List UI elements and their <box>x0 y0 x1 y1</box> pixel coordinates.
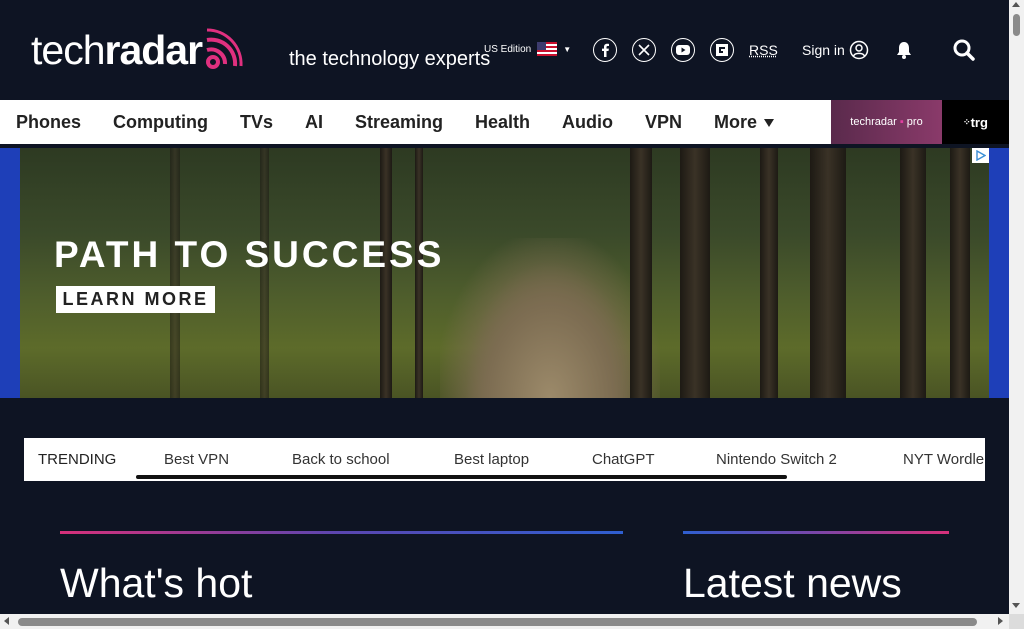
trending-link-back-to-school[interactable]: Back to school <box>292 451 390 468</box>
rss-link[interactable]: RSS <box>749 42 778 58</box>
main-navigation: Phones Computing TVs AI Streaming Health… <box>0 100 1009 144</box>
techradar-pro-link[interactable]: techradar ▪ pro <box>831 100 942 144</box>
caret-down-icon <box>764 118 775 127</box>
tree-trunk <box>810 148 846 398</box>
tree-trunk <box>630 148 652 398</box>
trending-link-best-laptop[interactable]: Best laptop <box>454 451 529 468</box>
sign-in-button[interactable]: Sign in <box>802 40 869 60</box>
nav-more-label: More <box>714 112 758 132</box>
trending-link-nyt-wordle[interactable]: NYT Wordle <box>903 451 984 468</box>
tree-trunk <box>680 148 710 398</box>
nav-item-health[interactable]: Health <box>475 112 530 133</box>
forest-path-graphic <box>440 238 660 398</box>
site-tagline: the technology experts <box>289 48 491 70</box>
ad-headline: PATH TO SUCCESS <box>54 234 445 275</box>
pro-label-pro: pro <box>906 116 923 128</box>
scrollbar-corner <box>1009 614 1024 629</box>
nav-item-computing[interactable]: Computing <box>113 112 208 133</box>
notifications-bell-icon[interactable] <box>894 40 914 65</box>
trending-link-chatgpt[interactable]: ChatGPT <box>592 451 655 468</box>
vertical-scrollbar[interactable] <box>1009 0 1024 614</box>
vertical-scroll-thumb[interactable] <box>1013 14 1020 36</box>
x-twitter-icon[interactable] <box>632 38 656 62</box>
trending-scrollbar[interactable] <box>136 475 787 479</box>
advertisement-banner[interactable]: PATH TO SUCCESS LEARN MORE <box>20 148 989 398</box>
edition-label: US Edition <box>484 43 532 55</box>
latest-news-heading: Latest news <box>683 560 902 606</box>
latest-news-divider <box>683 531 949 534</box>
tree-trunk <box>760 148 778 398</box>
scroll-left-arrow-icon[interactable] <box>4 617 9 625</box>
trg-link[interactable]: ⁘ trg <box>942 100 1009 144</box>
sign-in-label: Sign in <box>802 42 845 58</box>
radar-waves-icon <box>206 28 243 69</box>
scroll-up-arrow-icon[interactable] <box>1012 2 1020 7</box>
horizontal-scrollbar[interactable] <box>0 614 1009 629</box>
flipboard-icon[interactable] <box>710 38 734 62</box>
nav-item-ai[interactable]: AI <box>305 112 323 133</box>
techradar-logo[interactable]: techradar <box>31 26 243 74</box>
logo-text-tech: tech <box>31 27 105 73</box>
trending-link-best-vpn[interactable]: Best VPN <box>164 451 229 468</box>
youtube-icon[interactable] <box>671 38 695 62</box>
nav-item-more[interactable]: More <box>714 112 775 133</box>
scroll-down-arrow-icon[interactable] <box>1012 603 1020 608</box>
tree-trunk <box>950 148 970 398</box>
advertisement-frame: PATH TO SUCCESS LEARN MORE <box>0 148 1009 398</box>
facebook-icon[interactable] <box>593 38 617 62</box>
site-header: techradar the technology experts US Edit… <box>0 0 1009 100</box>
whats-hot-heading: What's hot <box>60 560 253 606</box>
trending-bar: TRENDING Best VPN Back to school Best la… <box>24 438 985 481</box>
scroll-right-arrow-icon[interactable] <box>998 617 1003 625</box>
trending-link-nintendo-switch-2[interactable]: Nintendo Switch 2 <box>716 451 837 468</box>
whats-hot-divider <box>60 531 623 534</box>
pro-separator-icon: ▪ <box>896 116 907 128</box>
trg-dots-icon: ⁘ <box>963 116 971 127</box>
logo-text-radar: radar <box>104 27 204 73</box>
nav-item-audio[interactable]: Audio <box>562 112 613 133</box>
tree-trunk <box>900 148 926 398</box>
nav-item-phones[interactable]: Phones <box>16 112 81 133</box>
trending-label: TRENDING <box>38 451 117 468</box>
nav-item-vpn[interactable]: VPN <box>645 112 682 133</box>
chevron-down-icon: ▼ <box>563 44 572 54</box>
adchoices-icon[interactable] <box>972 148 989 163</box>
ad-learn-more-button[interactable]: LEARN MORE <box>56 286 215 313</box>
horizontal-scroll-thumb[interactable] <box>18 618 977 626</box>
us-flag-icon <box>537 42 558 56</box>
nav-item-tvs[interactable]: TVs <box>240 112 273 133</box>
user-icon <box>849 40 869 60</box>
search-icon[interactable] <box>953 39 975 66</box>
trg-label: trg <box>970 114 988 130</box>
pro-label-techradar: techradar <box>850 116 897 128</box>
nav-item-streaming[interactable]: Streaming <box>355 112 443 133</box>
edition-selector[interactable]: US Edition ▼ <box>484 42 571 56</box>
